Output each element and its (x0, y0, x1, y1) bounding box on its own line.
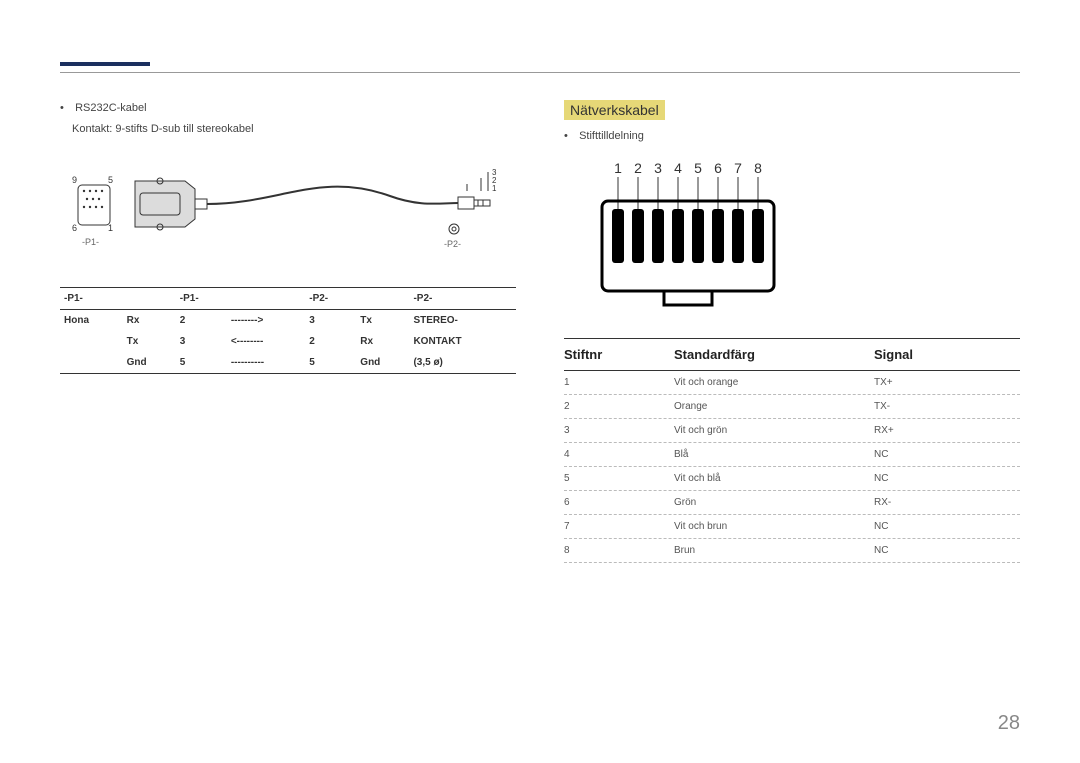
pinout-table-left: -P1- -P1- -P2- -P2- Hona Rx 2 --------> … (60, 287, 516, 374)
c-1-3: <-------- (227, 331, 305, 352)
stereo-1: 1 (492, 184, 497, 193)
c-2-6: (3,5 ø) (409, 352, 516, 374)
hdr-p2a: -P2- (305, 288, 356, 310)
table-cell: 5 (564, 473, 674, 484)
hdr-blank1 (123, 288, 176, 310)
hdr-color: Standardfärg (674, 347, 874, 362)
page-number: 28 (998, 712, 1020, 735)
header-rule (60, 72, 1020, 73)
c-1-1: Tx (123, 331, 176, 352)
table-cell: Vit och blå (674, 473, 874, 484)
right-column: Nätverkskabel • Stifttilldelning 1 2 3 4… (564, 100, 1020, 563)
table-cell: NC (874, 473, 1020, 484)
c-0-5: Tx (356, 310, 409, 332)
pin-num-4: 4 (674, 160, 682, 176)
pin6-label: 6 (72, 223, 77, 233)
cable-diagram: 9 5 6 1 -P1- (60, 151, 500, 271)
pin-num-7: 7 (734, 160, 742, 176)
pin-num-1: 1 (614, 160, 622, 176)
table-row: 8BrunNC (564, 539, 1020, 563)
rs232c-sub-label: Kontakt: 9-stifts D-sub till stereokabel (72, 123, 254, 135)
table-cell: Vit och grön (674, 425, 874, 436)
p1-label: -P1- (82, 237, 99, 247)
c-0-3: --------> (227, 310, 305, 332)
rs232c-bullet: • RS232C-kabel (60, 100, 516, 117)
bullet-icon: • (564, 128, 576, 145)
table-cell: 2 (564, 401, 674, 412)
table-cell: 4 (564, 449, 674, 460)
table-cell: TX- (874, 401, 1020, 412)
pin-num-8: 8 (754, 160, 762, 176)
c-0-4: 3 (305, 310, 356, 332)
c-0-0: Hona (60, 310, 123, 332)
table-cell: Brun (674, 545, 874, 556)
c-2-5: Gnd (356, 352, 409, 374)
content-columns: • RS232C-kabel Kontakt: 9-stifts D-sub t… (60, 100, 1020, 563)
table-cell: NC (874, 545, 1020, 556)
p2-label: -P2- (444, 239, 461, 249)
pin-numbers: 1 2 3 4 5 6 7 8 (614, 160, 762, 176)
table-cell: Vit och brun (674, 521, 874, 532)
table-cell: 3 (564, 425, 674, 436)
c-0-1: Rx (123, 310, 176, 332)
table-row: 4BlåNC (564, 443, 1020, 467)
table-row: 7Vit och brunNC (564, 515, 1020, 539)
table-cell: 1 (564, 377, 674, 388)
table-cell: Orange (674, 401, 874, 412)
table-row: 3Vit och grönRX+ (564, 419, 1020, 443)
rs232c-label: RS232C-kabel (75, 102, 147, 114)
hdr-p2b: -P2- (409, 288, 516, 310)
c-2-3: ---------- (227, 352, 305, 374)
hdr-signal: Signal (874, 347, 1020, 362)
table-row: 2OrangeTX- (564, 395, 1020, 419)
c-1-0 (60, 331, 123, 352)
hdr-blank3 (356, 288, 409, 310)
c-2-1: Gnd (123, 352, 176, 374)
c-2-2: 5 (176, 352, 227, 374)
table-row: 5Vit och blåNC (564, 467, 1020, 491)
table-cell: 8 (564, 545, 674, 556)
table-cell: RX- (874, 497, 1020, 508)
table-cell: Blå (674, 449, 874, 460)
hdr-p1a: -P1- (60, 288, 123, 310)
c-2-4: 5 (305, 352, 356, 374)
hdr-pinno: Stiftnr (564, 347, 674, 362)
rs232c-sub: Kontakt: 9-stifts D-sub till stereokabel (60, 121, 516, 138)
c-0-6: STEREO- (409, 310, 516, 332)
table-cell: Vit och orange (674, 377, 874, 388)
pin-assignment-label: Stifttilldelning (579, 130, 644, 142)
c-1-2: 3 (176, 331, 227, 352)
hdr-blank2 (227, 288, 305, 310)
pin5-label: 5 (108, 175, 113, 185)
table-cell: 7 (564, 521, 674, 532)
pin-assignment-bullet: • Stifttilldelning (564, 128, 1020, 145)
pin-num-6: 6 (714, 160, 722, 176)
pin-num-3: 3 (654, 160, 662, 176)
table-cell: NC (874, 521, 1020, 532)
left-column: • RS232C-kabel Kontakt: 9-stifts D-sub t… (60, 100, 516, 563)
table-cell: RX+ (874, 425, 1020, 436)
c-2-0 (60, 352, 123, 374)
header-accent-bar (60, 62, 150, 66)
bullet-icon: • (60, 100, 72, 117)
c-1-4: 2 (305, 331, 356, 352)
table-row: 1Vit och orangeTX+ (564, 371, 1020, 395)
pin-num-5: 5 (694, 160, 702, 176)
table-cell: TX+ (874, 377, 1020, 388)
table-cell: NC (874, 449, 1020, 460)
network-cable-title: Nätverkskabel (564, 100, 665, 120)
hdr-p1b: -P1- (176, 288, 227, 310)
pin-num-2: 2 (634, 160, 642, 176)
table-cell: Grön (674, 497, 874, 508)
c-1-5: Rx (356, 331, 409, 352)
table-cell: 6 (564, 497, 674, 508)
c-0-2: 2 (176, 310, 227, 332)
pin-table-header: Stiftnr Standardfärg Signal (564, 338, 1020, 371)
table-row: 6GrönRX- (564, 491, 1020, 515)
rj45-diagram: 1 2 3 4 5 6 7 8 (592, 157, 1020, 322)
pin9-label: 9 (72, 175, 77, 185)
pin-table-body: 1Vit och orangeTX+2OrangeTX-3Vit och grö… (564, 371, 1020, 563)
c-1-6: KONTAKT (409, 331, 516, 352)
